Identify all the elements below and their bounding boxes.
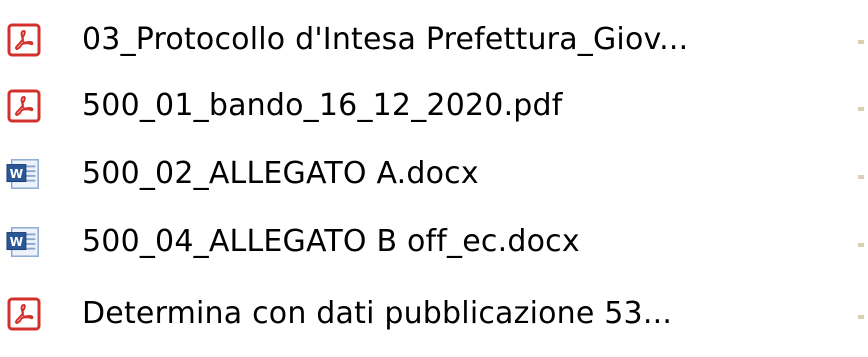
pdf-icon	[6, 88, 42, 124]
word-icon: W	[6, 224, 42, 260]
file-row-determina[interactable]: Determina con dati pubblicazione 53...	[0, 282, 868, 346]
svg-text:W: W	[10, 167, 24, 181]
file-row-bando[interactable]: 500_01_bando_16_12_2020.pdf	[0, 74, 868, 138]
file-row-protocollo[interactable]: 03_Protocollo d'Intesa Prefettura_Giov..…	[0, 8, 868, 72]
file-list: 03_Protocollo d'Intesa Prefettura_Giov..…	[0, 0, 868, 357]
file-name: 500_01_bando_16_12_2020.pdf	[82, 88, 563, 123]
clipped-column-fragment	[858, 243, 864, 247]
word-icon: W	[6, 156, 42, 192]
file-name: 500_04_ALLEGATO B off_ec.docx	[82, 224, 580, 259]
file-name: 500_02_ALLEGATO A.docx	[82, 156, 479, 191]
pdf-icon	[6, 296, 42, 332]
file-name: Determina con dati pubblicazione 53...	[82, 296, 673, 331]
svg-text:W: W	[10, 235, 24, 249]
file-name: 03_Protocollo d'Intesa Prefettura_Giov..…	[82, 22, 689, 57]
file-row-allegato-a[interactable]: W 500_02_ALLEGATO A.docx	[0, 142, 868, 206]
clipped-column-fragment	[858, 315, 864, 319]
clipped-column-fragment	[858, 175, 864, 179]
file-row-allegato-b[interactable]: W 500_04_ALLEGATO B off_ec.docx	[0, 210, 868, 274]
pdf-icon	[6, 22, 42, 58]
clipped-column-fragment	[858, 40, 864, 44]
clipped-column-fragment	[858, 107, 864, 111]
